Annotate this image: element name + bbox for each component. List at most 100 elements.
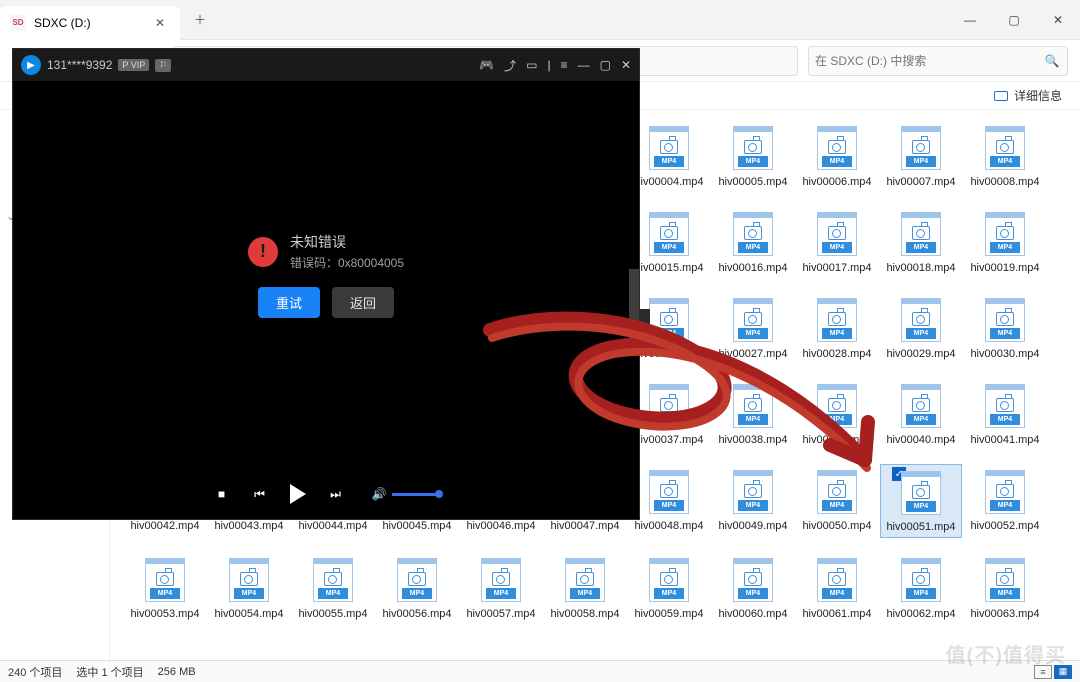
file-item[interactable]: MP4 hiv00018.mp4 bbox=[880, 206, 962, 278]
details-button[interactable]: 详细信息 bbox=[1014, 87, 1062, 104]
file-item[interactable]: MP4hiv00028.mp4 bbox=[796, 292, 878, 364]
file-name: hiv00005.mp4 bbox=[718, 176, 787, 188]
file-name: hiv00046.mp4 bbox=[466, 520, 535, 532]
player-controls: ■ ⏮ ⏭ 🔊 bbox=[13, 469, 639, 519]
player-close-icon[interactable]: ✕ bbox=[621, 58, 631, 72]
file-name: hiv00016.mp4 bbox=[718, 262, 787, 274]
view-details-button[interactable]: ≡ bbox=[1034, 665, 1052, 679]
maximize-button[interactable]: ▢ bbox=[992, 0, 1036, 40]
file-item[interactable]: MP4hiv00006.mp4 bbox=[796, 120, 878, 192]
file-item[interactable]: MP4hiv00008.mp4 bbox=[964, 120, 1046, 192]
player-menu-icon[interactable]: ≡ bbox=[561, 58, 568, 72]
mp4-file-icon: MP4 bbox=[733, 212, 773, 256]
player-min-icon[interactable]: — bbox=[578, 58, 590, 72]
view-grid-button[interactable]: ▦ bbox=[1054, 665, 1072, 679]
prev-track-icon[interactable]: ⏮ bbox=[250, 484, 270, 504]
gamepad-icon[interactable]: 🎮 bbox=[479, 58, 494, 72]
file-item[interactable]: MP4hiv00055.mp4 bbox=[292, 552, 374, 624]
file-name: hiv00008.mp4 bbox=[970, 176, 1039, 188]
mp4-file-icon: MP4 bbox=[481, 558, 521, 602]
file-name: hiv00018.mp4 bbox=[886, 262, 955, 274]
file-item[interactable]: MP4 hiv00041.mp4 bbox=[964, 378, 1046, 450]
file-name: hiv00038.mp4 bbox=[718, 434, 787, 446]
status-count: 240 个项目 bbox=[8, 664, 62, 680]
speaker-icon[interactable]: 🔊 bbox=[372, 487, 387, 501]
file-item[interactable]: MP4hiv00053.mp4 bbox=[124, 552, 206, 624]
player-scrollbar[interactable] bbox=[629, 269, 639, 339]
file-item[interactable]: MP4hiv00037.mp4 bbox=[628, 378, 710, 450]
file-item[interactable]: MP4 hiv00007.mp4 bbox=[880, 120, 962, 192]
file-name: hiv00048.mp4 bbox=[634, 520, 703, 532]
file-item[interactable]: MP4hiv00004.mp4 bbox=[628, 120, 710, 192]
mp4-file-icon: MP4 bbox=[649, 298, 689, 342]
mp4-file-icon: MP4 bbox=[733, 384, 773, 428]
close-tab-icon[interactable]: ✕ bbox=[152, 15, 168, 31]
close-window-button[interactable]: ✕ bbox=[1036, 0, 1080, 40]
file-name: hiv00027.mp4 bbox=[718, 348, 787, 360]
mp4-file-icon: MP4 bbox=[901, 212, 941, 256]
file-item[interactable]: MP4hiv00058.mp4 bbox=[544, 552, 626, 624]
file-item[interactable]: MP4hiv00015.mp4 bbox=[628, 206, 710, 278]
file-item[interactable]: MP4hiv00019.mp4 bbox=[964, 206, 1046, 278]
file-item[interactable]: MP4hiv00060.mp4 bbox=[712, 552, 794, 624]
file-item[interactable]: MP4hiv00054.mp4 bbox=[208, 552, 290, 624]
file-item[interactable]: MP4hiv00059.mp4 bbox=[628, 552, 710, 624]
file-item[interactable]: MP4 hiv00048.mp4 bbox=[628, 464, 710, 538]
error-icon: ! bbox=[248, 237, 278, 267]
next-track-icon[interactable]: ⏭ bbox=[326, 484, 346, 504]
volume-control[interactable]: 🔊 bbox=[372, 487, 441, 501]
open-folder-icon[interactable]: ▭ bbox=[526, 58, 537, 72]
file-item[interactable]: MP4hiv00061.mp4 bbox=[796, 552, 878, 624]
file-item[interactable]: MP4hiv00050.mp4 bbox=[796, 464, 878, 538]
stop-icon[interactable]: ■ bbox=[212, 484, 232, 504]
retry-button[interactable]: 重试 bbox=[258, 287, 320, 318]
file-name: hiv00059.mp4 bbox=[634, 608, 703, 620]
file-name: hiv00043.mp4 bbox=[214, 520, 283, 532]
search-icon[interactable]: 🔍 bbox=[1043, 54, 1061, 68]
file-name: hiv00041.mp4 bbox=[970, 434, 1039, 446]
file-name: hiv00049.mp4 bbox=[718, 520, 787, 532]
mp4-file-icon: MP4 bbox=[733, 470, 773, 514]
file-name: hiv00044.mp4 bbox=[298, 520, 367, 532]
pin-icon[interactable]: ⤴ bbox=[504, 57, 516, 74]
file-item[interactable]: MP4 hiv00049.mp4 bbox=[712, 464, 794, 538]
file-item[interactable]: MP4hiv00063.mp4 bbox=[964, 552, 1046, 624]
mp4-file-icon: MP4 bbox=[397, 558, 437, 602]
file-item[interactable]: MP4hiv00062.mp4 bbox=[880, 552, 962, 624]
file-item[interactable]: MP4hiv00039.mp4 bbox=[796, 378, 878, 450]
player-titlebar[interactable]: ▶ 131****9392 P VIP ⚐ 🎮 ⤴ ▭ | ≡ — ▢ ✕ bbox=[13, 49, 639, 81]
file-name: hiv00042.mp4 bbox=[130, 520, 199, 532]
mp4-file-icon: MP4 bbox=[817, 558, 857, 602]
file-item[interactable]: MP4hiv00040.mp4 bbox=[880, 378, 962, 450]
file-item[interactable]: MP4hiv00057.mp4 bbox=[460, 552, 542, 624]
new-tab-button[interactable]: ＋ bbox=[186, 6, 214, 34]
minimize-button[interactable]: — bbox=[948, 0, 992, 40]
file-item[interactable]: MP4hiv00056.mp4 bbox=[376, 552, 458, 624]
player-collapse-icon[interactable]: ‹ bbox=[639, 309, 650, 353]
player-avatar-icon[interactable]: ▶ bbox=[21, 55, 41, 75]
file-item[interactable]: MP4 hiv00016.mp4 bbox=[712, 206, 794, 278]
search-box[interactable]: 🔍 bbox=[808, 46, 1068, 76]
file-name: hiv00007.mp4 bbox=[886, 176, 955, 188]
file-item[interactable]: MP4hiv00005.mp4 bbox=[712, 120, 794, 192]
mp4-file-icon: MP4 bbox=[985, 384, 1025, 428]
mp4-file-icon: MP4 bbox=[901, 126, 941, 170]
play-icon[interactable] bbox=[288, 484, 308, 504]
file-item[interactable]: MP4hiv00052.mp4 bbox=[964, 464, 1046, 538]
file-item[interactable]: MP4hiv00030.mp4 bbox=[964, 292, 1046, 364]
mp4-file-icon: MP4 bbox=[565, 558, 605, 602]
search-input[interactable] bbox=[815, 54, 1043, 68]
file-item[interactable]: MP4hiv00027.mp4 bbox=[712, 292, 794, 364]
file-name: hiv00054.mp4 bbox=[214, 608, 283, 620]
player-max-icon[interactable]: ▢ bbox=[600, 58, 611, 72]
browser-tab[interactable]: SD SDXC (D:) ✕ bbox=[0, 6, 180, 40]
details-pane-icon[interactable] bbox=[994, 91, 1008, 101]
file-item[interactable]: MP4hiv00029.mp4 bbox=[880, 292, 962, 364]
file-item[interactable]: ✓MP4hiv00051.mp4 bbox=[880, 464, 962, 538]
back-button-player[interactable]: 返回 bbox=[332, 287, 394, 318]
file-item[interactable]: MP4hiv00017.mp4 bbox=[796, 206, 878, 278]
error-title: 未知错误 bbox=[290, 232, 404, 252]
volume-slider[interactable] bbox=[392, 493, 440, 496]
file-item[interactable]: MP4 hiv00038.mp4 bbox=[712, 378, 794, 450]
mp4-file-icon: MP4 bbox=[649, 470, 689, 514]
